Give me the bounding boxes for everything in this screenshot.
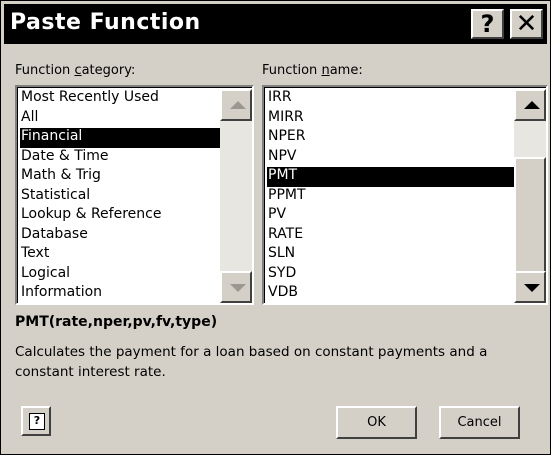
category-list-item[interactable]: Database xyxy=(20,226,222,246)
function-category-label: Function category: xyxy=(15,63,136,78)
category-list-item[interactable]: Most Recently Used xyxy=(20,89,222,109)
category-list-item[interactable]: Information xyxy=(20,284,222,303)
office-assistant-icon: ? xyxy=(29,413,45,430)
close-button[interactable]: ✕ xyxy=(510,9,543,39)
paste-function-dialog: Paste Function ? ✕ Function category: Fu… xyxy=(0,0,551,455)
question-mark-icon: ? xyxy=(480,10,495,38)
function-list-item[interactable]: MIRR xyxy=(267,109,516,129)
function-items: IRR MIRR NPER NPV PMT PPMT PV RATE SLN SYD VDB xyxy=(267,89,516,303)
function-name-label: Function name: xyxy=(262,63,363,78)
function-category-list[interactable]: Most Recently Used All Financial Date & Tim… xyxy=(15,85,254,305)
category-scroll-down-button[interactable] xyxy=(220,271,252,303)
help-button[interactable]: ? xyxy=(471,9,504,39)
arrow-down-icon xyxy=(524,284,540,292)
category-list-item[interactable]: Financial xyxy=(20,128,222,148)
category-list-item[interactable]: Lookup & Reference xyxy=(20,206,222,226)
category-scroll-up-button[interactable] xyxy=(220,89,252,121)
function-list-item[interactable]: PV xyxy=(267,206,516,226)
category-list-item[interactable]: Logical xyxy=(20,265,222,285)
function-list-item[interactable]: SLN xyxy=(267,245,516,265)
function-scroll-thumb[interactable] xyxy=(514,157,546,287)
function-list-item[interactable]: RATE xyxy=(267,226,516,246)
function-list-item[interactable]: PPMT xyxy=(267,187,516,207)
cancel-button[interactable]: Cancel xyxy=(439,406,520,439)
category-list-item[interactable]: Math & Trig xyxy=(20,167,222,187)
category-list-item[interactable]: Text xyxy=(20,245,222,265)
arrow-up-icon xyxy=(230,101,246,109)
function-scrollbar[interactable] xyxy=(514,89,546,303)
arrow-up-icon xyxy=(524,101,540,109)
function-description: Calculates the payment for a loan based … xyxy=(15,344,488,380)
category-items: Most Recently Used All Financial Date & Tim… xyxy=(20,89,222,303)
function-list-item[interactable]: SYD xyxy=(267,265,516,285)
function-list-item[interactable]: PMT xyxy=(267,167,516,187)
category-list-item[interactable]: Date & Time xyxy=(20,148,222,168)
close-icon: ✕ xyxy=(515,9,538,39)
category-scrollbar[interactable] xyxy=(220,89,252,303)
function-list-item[interactable]: IRR xyxy=(267,89,516,109)
function-scroll-down-button[interactable] xyxy=(514,271,546,303)
category-list-item[interactable]: Statistical xyxy=(20,187,222,207)
category-list-item[interactable]: All xyxy=(20,109,222,129)
office-assistant-button[interactable]: ? xyxy=(21,406,51,436)
function-list-item[interactable]: NPV xyxy=(267,148,516,168)
function-name-list[interactable]: IRR MIRR NPER NPV PMT PPMT PV RATE SLN SYD VDB xyxy=(262,85,548,305)
ok-button[interactable]: OK xyxy=(336,406,417,439)
title-bar: Paste Function ? ✕ xyxy=(4,4,547,44)
function-list-item[interactable]: VDB xyxy=(267,284,516,303)
function-scroll-up-button[interactable] xyxy=(514,89,546,121)
dialog-title: Paste Function xyxy=(10,10,201,35)
function-list-item[interactable]: NPER xyxy=(267,128,516,148)
arrow-down-icon xyxy=(230,284,246,292)
function-syntax: PMT(rate,nper,pv,fv,type) xyxy=(15,314,218,330)
